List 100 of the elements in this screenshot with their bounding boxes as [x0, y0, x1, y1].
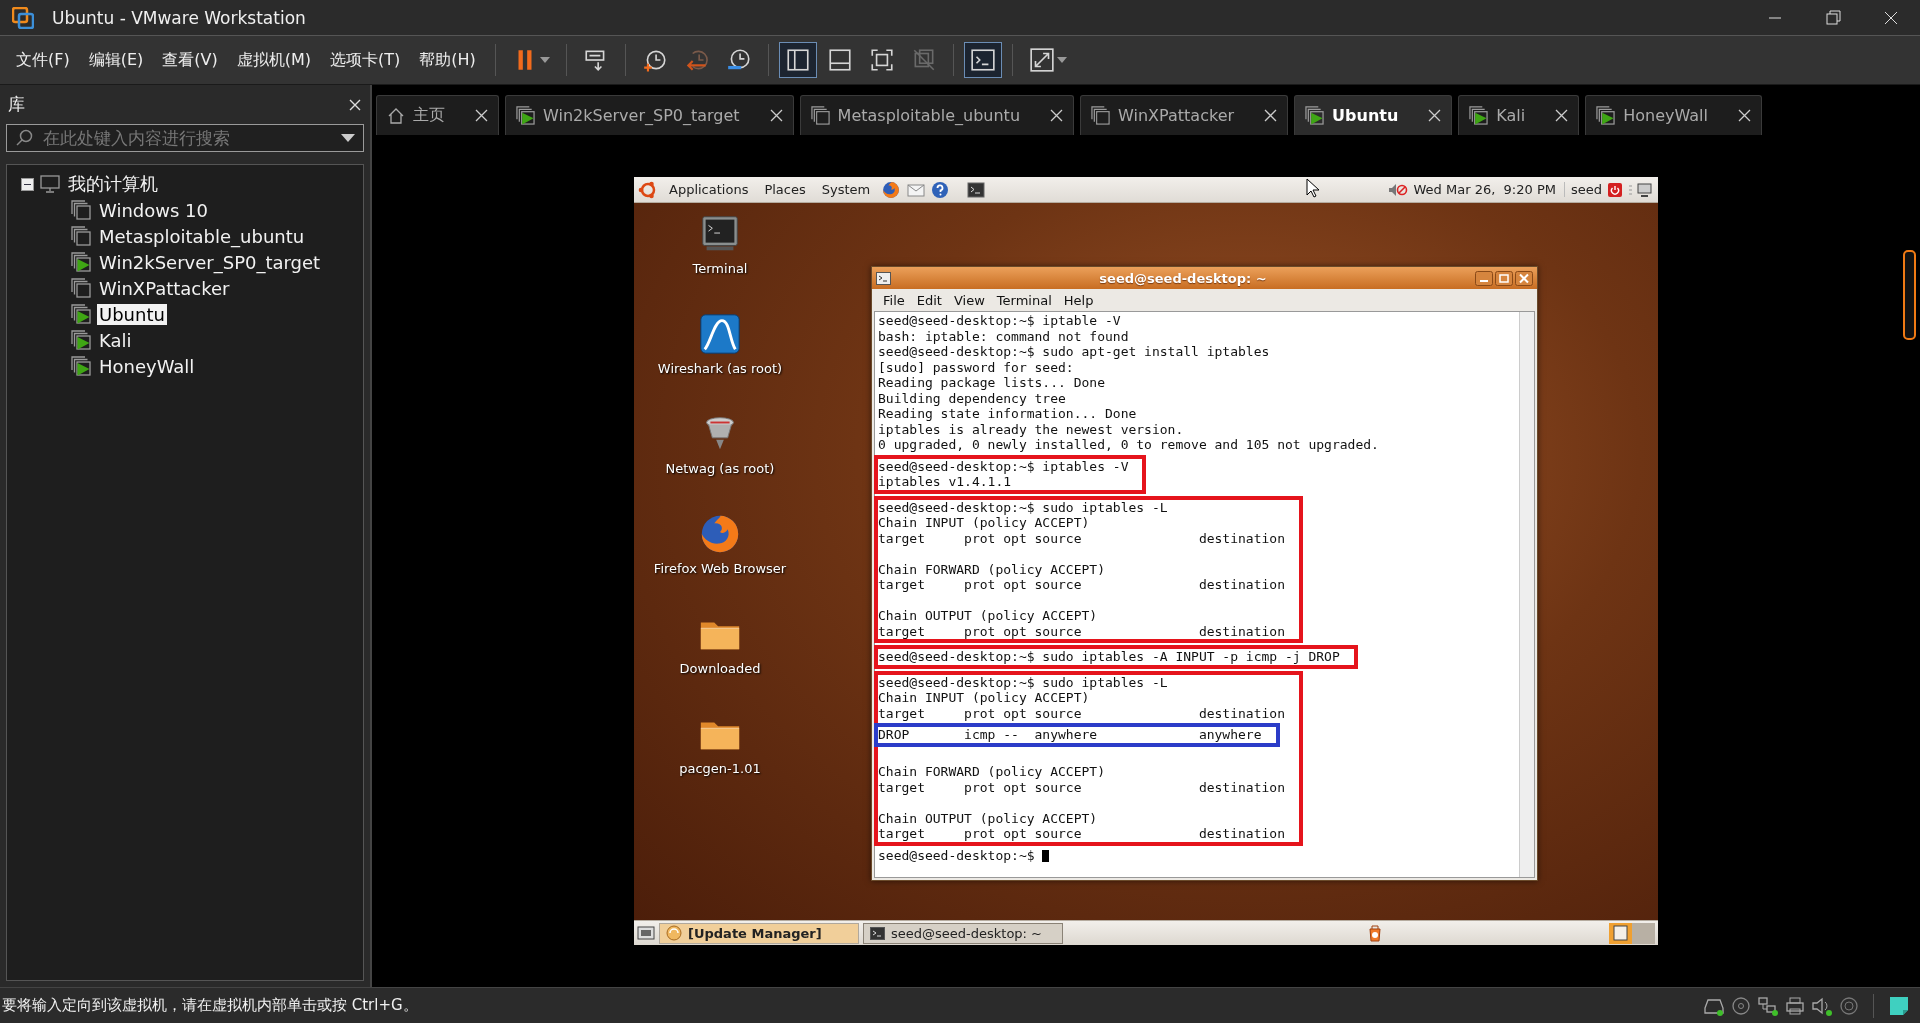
disc-icon[interactable] [1731, 995, 1751, 1016]
menu-item[interactable]: 编辑(E) [80, 45, 152, 75]
terminal-line: Reading state information... Done [878, 406, 1138, 422]
menu-item[interactable]: 查看(V) [154, 45, 226, 75]
tree-item[interactable]: HoneyWall [97, 355, 197, 377]
terminal-line: iptables v1.4.1.1 [878, 474, 1013, 490]
mail-icon[interactable] [907, 181, 926, 198]
firefox-icon[interactable] [881, 179, 902, 200]
panel-menu[interactable]: Applications [664, 180, 754, 199]
terminal-line: seed@seed-desktop:~$ sudo apt-get install iptables [878, 344, 1271, 360]
network-icon[interactable] [1628, 181, 1654, 198]
desktop-icon-label[interactable]: Wireshark (as root) [657, 361, 783, 376]
terminal-line: bash: iptable: command not found [878, 328, 1130, 344]
terminal-line: seed@seed-desktop:~$ sudo iptables -A INPUT -p icmp -j DROP [878, 649, 1340, 665]
show-desktop-icon[interactable] [637, 925, 655, 941]
collapse-icon[interactable] [21, 177, 34, 191]
tree-item[interactable]: Windows 10 [97, 199, 210, 221]
stretch-icon [1028, 47, 1055, 73]
terminal-line: seed@seed-desktop:~$ sudo iptables -L [878, 674, 1169, 690]
panel-menu[interactable]: Places [759, 180, 811, 199]
taskbar-button[interactable]: [Update Manager] [659, 922, 859, 944]
tab[interactable]: WinXPattacker [1080, 95, 1289, 135]
menu-item[interactable]: 文件(F) [8, 45, 78, 75]
terminal-line: [sudo] password for seed: [878, 359, 1075, 375]
fullscreen-icon [868, 47, 895, 73]
notification-icon[interactable] [1367, 924, 1383, 942]
menu-item[interactable]: Help [1058, 292, 1099, 308]
tab[interactable]: 主页 [376, 95, 499, 135]
terminal-icon [876, 271, 891, 285]
menu-item[interactable]: 选项卡(T) [322, 45, 409, 75]
clock[interactable]: Wed Mar 26, 9:20 PM [1413, 182, 1565, 197]
menu-item[interactable]: 虚拟机(M) [228, 45, 319, 75]
desktop-icon-label[interactable]: Netwag (as root) [665, 461, 775, 476]
terminal-line: seed@seed-desktop:~$ iptable -V [878, 313, 1122, 329]
taskbar-button[interactable]: seed@seed-desktop: ~ [863, 922, 1063, 944]
speaker-icon[interactable] [1811, 995, 1833, 1016]
message-icon[interactable] [1888, 994, 1910, 1017]
caret-icon [539, 57, 550, 63]
library-view-icon [784, 47, 811, 73]
scroll-bar[interactable] [1519, 312, 1534, 877]
dropdown-icon[interactable] [341, 134, 355, 142]
help-icon[interactable] [931, 180, 950, 199]
ubuntu-logo-icon[interactable] [638, 179, 658, 200]
search-icon [15, 129, 33, 147]
printer-icon[interactable] [1785, 995, 1805, 1016]
tab[interactable]: Metasploitable_ubuntu [799, 95, 1075, 135]
terminal-line: Chain FORWARD (policy ACCEPT) [878, 561, 1106, 577]
menu-item[interactable]: Edit [911, 292, 947, 308]
desktop-icon-label[interactable]: Firefox Web Browser [653, 561, 787, 576]
menu-item[interactable]: View [948, 292, 990, 308]
terminal-line: DROP icmp -- anywhere anywhere [878, 727, 1262, 743]
library-view-button[interactable] [778, 42, 817, 78]
desktop-icon-label[interactable]: pacgen-1.01 [679, 761, 761, 776]
menu-item[interactable]: Terminal [991, 292, 1057, 308]
muted-speaker-icon[interactable] [1387, 182, 1408, 197]
terminal-line: target prot opt source destination [878, 826, 1285, 842]
tab[interactable]: Win2kServer_SP0_target [505, 95, 794, 135]
minimize-icon[interactable] [1475, 270, 1493, 286]
menu-item[interactable]: 帮助(H) [411, 45, 484, 75]
terminal-line: target prot opt source destination [878, 530, 1285, 546]
user-name[interactable]: seed [1570, 182, 1602, 197]
terminal-line: target prot opt source destination [878, 623, 1285, 639]
tree-item[interactable]: Kali [97, 329, 134, 351]
update-icon [666, 925, 682, 941]
tab[interactable]: Kali [1458, 95, 1580, 135]
terminal-line: Chain INPUT (policy ACCEPT) [878, 690, 1091, 706]
mouse-pointer-icon [1306, 178, 1320, 198]
terminal-icon [870, 926, 885, 940]
caret-icon [1056, 57, 1067, 63]
terminal-line: Reading package lists... Done [878, 375, 1106, 391]
tree-item[interactable]: Win2kServer_SP0_target [97, 251, 323, 273]
text-cursor [1042, 850, 1050, 862]
wireshark-icon[interactable] [697, 311, 743, 357]
workspace-switcher-icon[interactable] [1609, 922, 1655, 944]
terminal-prompt: seed@seed-desktop:~$ [878, 847, 1516, 863]
desktop-icon-label[interactable]: Terminal [692, 261, 748, 276]
tree-item[interactable]: Ubuntu [97, 303, 167, 325]
close-icon[interactable] [1515, 270, 1533, 286]
tree-item[interactable]: 我的计算机 [66, 172, 160, 196]
terminal-line: Chain FORWARD (policy ACCEPT) [878, 764, 1106, 780]
desktop-icon-label[interactable]: Downloaded [679, 661, 761, 676]
terminal-line: Chain OUTPUT (policy ACCEPT) [878, 608, 1099, 624]
terminal-line: Building dependency tree [878, 390, 1067, 406]
tree-item[interactable]: Metasploitable_ubuntu [97, 225, 307, 247]
library-title: 库 [8, 93, 25, 116]
terminal-line: seed@seed-desktop:~$ iptables -V [878, 458, 1129, 474]
panel-menu[interactable]: System [816, 180, 876, 199]
tab[interactable]: HoneyWall [1585, 95, 1762, 135]
terminal-icon[interactable] [967, 181, 986, 198]
network-adapter-icon[interactable] [1757, 995, 1779, 1016]
tree-item[interactable]: WinXPattacker [97, 277, 232, 299]
power-icon[interactable] [1608, 182, 1622, 197]
maximize-icon[interactable] [1495, 270, 1513, 286]
search-field[interactable]: 在此处键入内容进行搜索 [6, 124, 364, 152]
console-button[interactable] [963, 42, 1002, 78]
terminal-line: 0 upgraded, 0 newly installed, 0 to remove and 105 not upgraded. [878, 437, 1380, 453]
tab[interactable]: Ubuntu [1294, 95, 1453, 135]
terminal-line: seed@seed-desktop:~$ sudo iptables -L [878, 499, 1169, 515]
scroll-thumb[interactable] [1903, 250, 1916, 340]
menu-item[interactable]: File [878, 292, 910, 308]
